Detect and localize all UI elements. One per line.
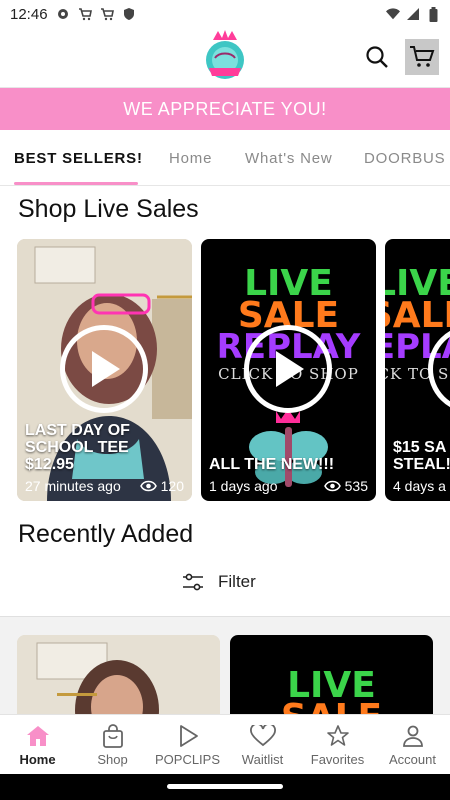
view-count: 120 (160, 478, 184, 494)
bottom-nav: Home Shop POPCLIPS Waitlist Favorites Ac… (0, 714, 450, 774)
wifi-icon (386, 7, 400, 21)
play-button[interactable] (244, 325, 332, 413)
signal-icon (406, 7, 420, 21)
caption-line: ALL THE NEW!!! (209, 456, 335, 473)
live-sale-card[interactable]: LIVE SALE REPLAY CLICK TO SHOP $15 SA ST… (385, 239, 450, 501)
cart-icon (100, 7, 114, 21)
live-sale-card[interactable]: LAST DAY OF SCHOOL TEE $12.95 27 minutes… (17, 239, 192, 501)
eye-icon (139, 480, 157, 492)
search-button[interactable] (362, 42, 392, 72)
app-header (0, 28, 450, 88)
home-icon (25, 723, 51, 749)
caption-line: SCHOOL TEE (25, 439, 129, 456)
tab-best-sellers[interactable]: BEST SELLERS! (14, 130, 143, 185)
nav-label: Home (19, 751, 56, 767)
nav-shop[interactable]: Shop (75, 715, 150, 774)
play-icon (175, 723, 201, 749)
card-views: 535 (323, 478, 368, 494)
home-gesture-handle[interactable] (167, 784, 283, 789)
live-sale-card[interactable]: LIVE SALE REPLAY CLICK TO SHOP ALL THE N… (201, 239, 376, 501)
nav-label: POPCLIPS (154, 751, 221, 767)
cart-icon (410, 46, 435, 67)
shopping-bag-icon (100, 723, 126, 749)
caption-line: $15 SA (393, 439, 447, 456)
card-caption: ALL THE NEW!!! (209, 456, 334, 473)
view-count: 535 (344, 478, 368, 494)
nav-popclips[interactable]: POPCLIPS (150, 715, 225, 774)
shield-icon (122, 7, 136, 21)
play-icon (92, 351, 120, 387)
card-time: 27 minutes ago (25, 478, 121, 494)
heart-icon (249, 723, 276, 749)
caption-line: $12.95 (25, 456, 74, 473)
status-bar: 12:46 (0, 0, 450, 28)
status-right (386, 6, 440, 22)
nav-label: Waitlist (241, 751, 284, 767)
tab-home[interactable]: Home (169, 130, 212, 185)
card-caption: $15 SA STEAL! (393, 439, 450, 473)
promo-banner: WE APPRECIATE YOU! (0, 88, 450, 130)
caption-line: STEAL! (393, 456, 450, 473)
promo-banner-text: WE APPRECIATE YOU! (123, 98, 327, 119)
product-image (17, 635, 220, 714)
gear-icon (56, 7, 70, 21)
card-caption: LAST DAY OF SCHOOL TEE $12.95 (25, 422, 130, 473)
eye-icon (323, 480, 341, 492)
sliders-icon (183, 573, 203, 591)
system-gesture-bar (0, 774, 450, 800)
star-icon (325, 723, 351, 749)
product-tile[interactable]: LIVE SALE (230, 635, 433, 714)
nav-label: Favorites (310, 751, 365, 767)
battery-icon (426, 6, 440, 22)
caption-line: LAST DAY OF (25, 422, 130, 439)
cart-button[interactable] (405, 39, 439, 75)
person-icon (400, 723, 426, 749)
play-button[interactable] (60, 325, 148, 413)
play-icon (276, 351, 304, 387)
art-text: SALE (230, 697, 433, 714)
filter-label: Filter (218, 572, 256, 591)
tab-whats-new[interactable]: What's New (245, 130, 333, 185)
filter-button[interactable]: Filter (182, 567, 256, 597)
search-icon (366, 46, 388, 68)
clock: 12:46 (10, 5, 48, 23)
nav-account[interactable]: Account (375, 715, 450, 774)
card-time: 1 days ago (209, 478, 278, 494)
product-tile[interactable] (17, 635, 220, 714)
recently-added-title: Recently Added (18, 520, 194, 548)
category-tabs: BEST SELLERS! Home What's New DOORBUS (0, 130, 450, 186)
cart-icon (78, 7, 92, 21)
product-grid: LIVE SALE (0, 616, 450, 714)
tab-doorbus[interactable]: DOORBUS (364, 130, 445, 185)
active-tab-indicator (14, 182, 138, 185)
nav-home[interactable]: Home (0, 715, 75, 774)
status-left: 12:46 (10, 6, 136, 23)
card-views: 120 (139, 478, 184, 494)
nav-label: Shop (97, 751, 128, 767)
brand-logo[interactable] (199, 28, 251, 86)
live-sales-title: Shop Live Sales (18, 195, 199, 223)
card-time: 4 days a (393, 478, 446, 494)
nav-waitlist[interactable]: Waitlist (225, 715, 300, 774)
nav-label: Account (389, 751, 436, 767)
nav-favorites[interactable]: Favorites (300, 715, 375, 774)
